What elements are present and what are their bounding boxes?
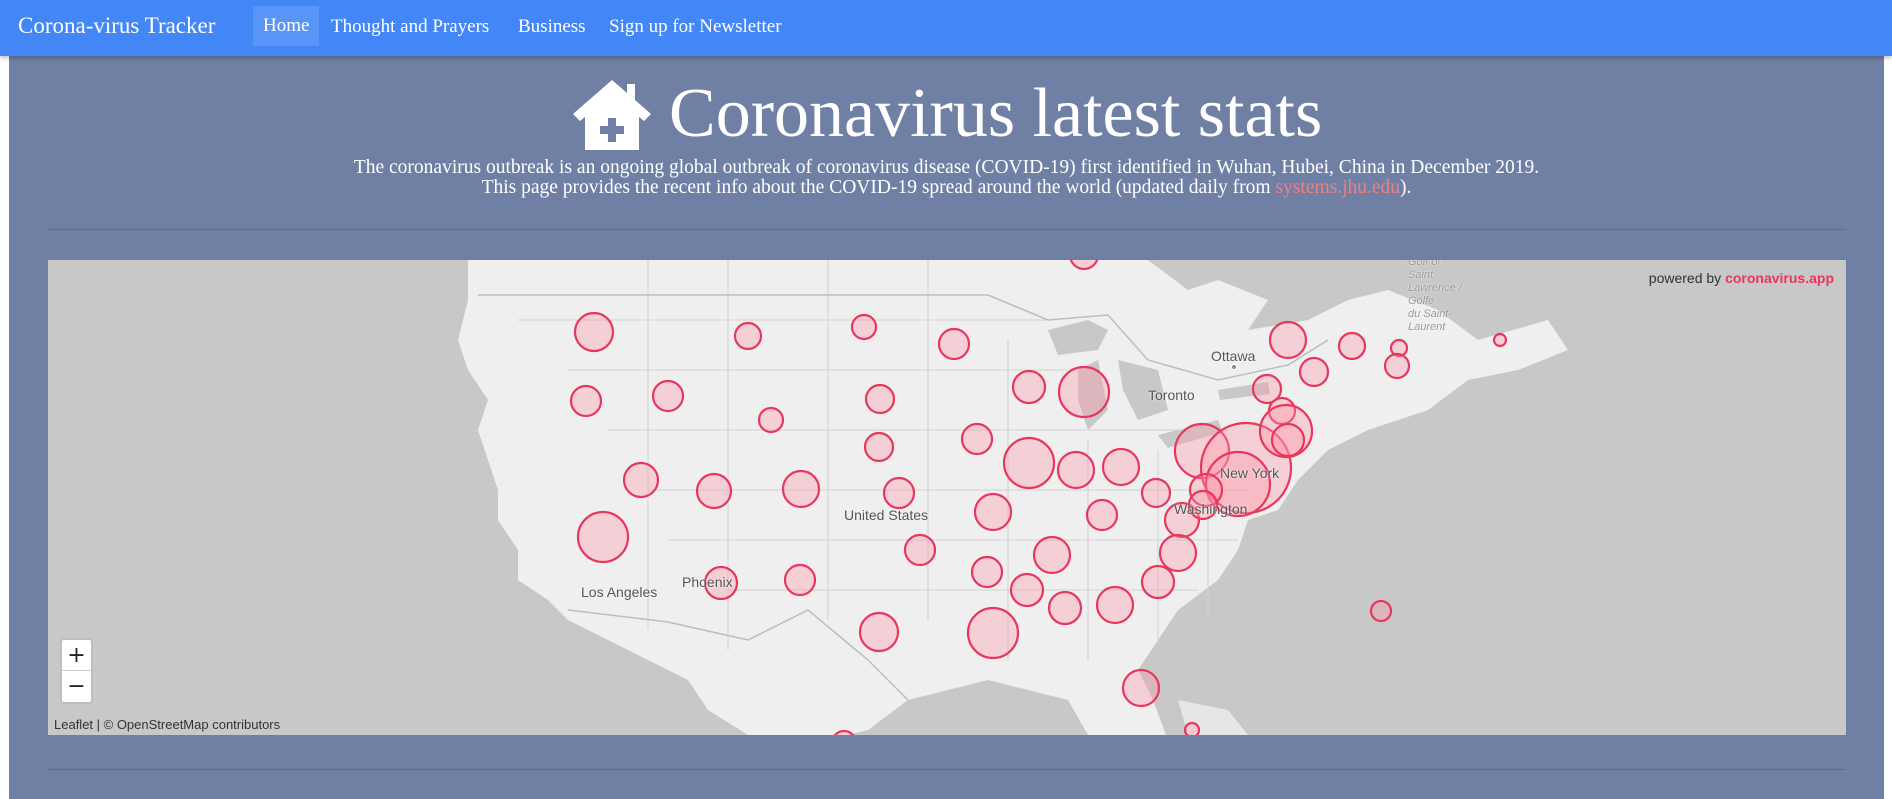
case-bubble[interactable] (576, 510, 630, 564)
case-bubble[interactable] (1085, 498, 1119, 532)
divider-top (48, 229, 1846, 230)
page-description: The coronavirus outbreak is an ongoing g… (9, 158, 1884, 198)
nav-thought-and-prayers[interactable]: Thought and Prayers (331, 16, 489, 38)
coronavirus-app-link[interactable]: coronavirus.app (1725, 270, 1834, 286)
case-bubble[interactable] (1270, 422, 1306, 458)
case-bubble[interactable] (1057, 365, 1111, 419)
case-bubble[interactable] (864, 383, 896, 415)
nav-business[interactable]: Business (518, 16, 586, 38)
case-bubble[interactable] (1369, 599, 1393, 623)
label-los-angeles: Los Angeles (581, 584, 658, 600)
nav-newsletter-signup[interactable]: Sign up for Newsletter (609, 16, 782, 38)
jhu-source-link[interactable]: systems.jhu.edu (1275, 177, 1400, 198)
case-bubble[interactable] (882, 476, 916, 510)
ottawa-dot (1231, 364, 1237, 370)
case-bubble[interactable] (1032, 535, 1072, 575)
case-bubble[interactable] (1121, 668, 1161, 708)
powered-by: powered by coronavirus.app (1649, 270, 1834, 286)
label-ottawa: Ottawa (1211, 348, 1256, 364)
top-navbar: Corona-virus Tracker Home Thought and Pr… (0, 0, 1892, 56)
case-bubble[interactable] (973, 492, 1013, 532)
case-bubble[interactable] (1298, 356, 1330, 388)
label-toronto: Toronto (1148, 387, 1195, 403)
case-bubble[interactable] (1009, 572, 1045, 608)
label-phoenix: Phoenix (682, 574, 733, 590)
description-line-2: This page provides the recent info about… (9, 178, 1884, 198)
page-title: Coronavirus latest stats (669, 75, 1323, 152)
zoom-out-button[interactable]: − (62, 671, 91, 702)
label-united-states: United States (844, 507, 929, 523)
powered-by-text: powered by (1648, 270, 1726, 286)
description-prefix: This page provides the recent info about… (481, 177, 1276, 198)
north-america-land (458, 260, 1568, 735)
case-bubble[interactable] (858, 611, 900, 653)
case-bubble[interactable] (573, 311, 615, 353)
label-washington: Washington (1174, 501, 1248, 517)
case-bubble[interactable] (1011, 369, 1047, 405)
case-bubble[interactable] (783, 563, 817, 597)
case-bubble[interactable] (903, 533, 937, 567)
case-bubble[interactable] (651, 379, 685, 413)
case-bubble[interactable] (569, 384, 603, 418)
case-bubble[interactable] (1268, 320, 1308, 360)
divider-bottom (48, 769, 1846, 770)
description-line-1: The coronavirus outbreak is an ongoing g… (353, 157, 1540, 178)
case-bubble[interactable] (1140, 477, 1172, 509)
case-bubble[interactable] (1183, 721, 1201, 735)
cases-map[interactable]: Ottawa Toronto New York Washington Unite… (48, 260, 1846, 735)
case-bubble[interactable] (1383, 352, 1411, 380)
label-new-york: New York (1220, 465, 1280, 481)
zoom-in-button[interactable]: + (62, 640, 91, 671)
case-bubble[interactable] (622, 461, 660, 499)
label-gulf-st-lawrence: Gulf of Saint Lawrence / Golfe du Saint-… (1408, 260, 1462, 333)
zoom-control: + − (60, 638, 93, 704)
case-bubble[interactable] (937, 327, 971, 361)
case-bubble[interactable] (863, 431, 895, 463)
case-bubble[interactable] (1095, 585, 1135, 625)
house-medical-icon (571, 78, 653, 157)
case-bubble[interactable] (966, 606, 1020, 660)
case-bubble[interactable] (695, 472, 733, 510)
map-canvas[interactable] (48, 260, 1846, 735)
nav-home[interactable]: Home (253, 6, 320, 46)
case-bubble[interactable] (1158, 533, 1198, 573)
case-bubble[interactable] (1337, 331, 1367, 361)
case-bubble[interactable] (1492, 332, 1508, 348)
case-bubble[interactable] (733, 321, 763, 351)
main-content: Coronavirus latest stats The coronavirus… (9, 56, 1884, 799)
case-bubble[interactable] (850, 313, 878, 341)
brand-link[interactable]: Corona-virus Tracker (18, 13, 215, 39)
case-bubble[interactable] (781, 469, 821, 509)
case-bubble[interactable] (1101, 447, 1141, 487)
case-bubble[interactable] (1140, 564, 1176, 600)
case-bubble[interactable] (757, 406, 785, 434)
case-bubble[interactable] (970, 555, 1004, 589)
description-suffix: ). (1400, 177, 1412, 198)
map-attribution[interactable]: Leaflet | © OpenStreetMap contributors (48, 714, 286, 735)
case-bubble[interactable] (1047, 590, 1083, 626)
case-bubble[interactable] (960, 422, 994, 456)
case-bubble[interactable] (1056, 450, 1096, 490)
case-bubble[interactable] (1002, 436, 1056, 490)
